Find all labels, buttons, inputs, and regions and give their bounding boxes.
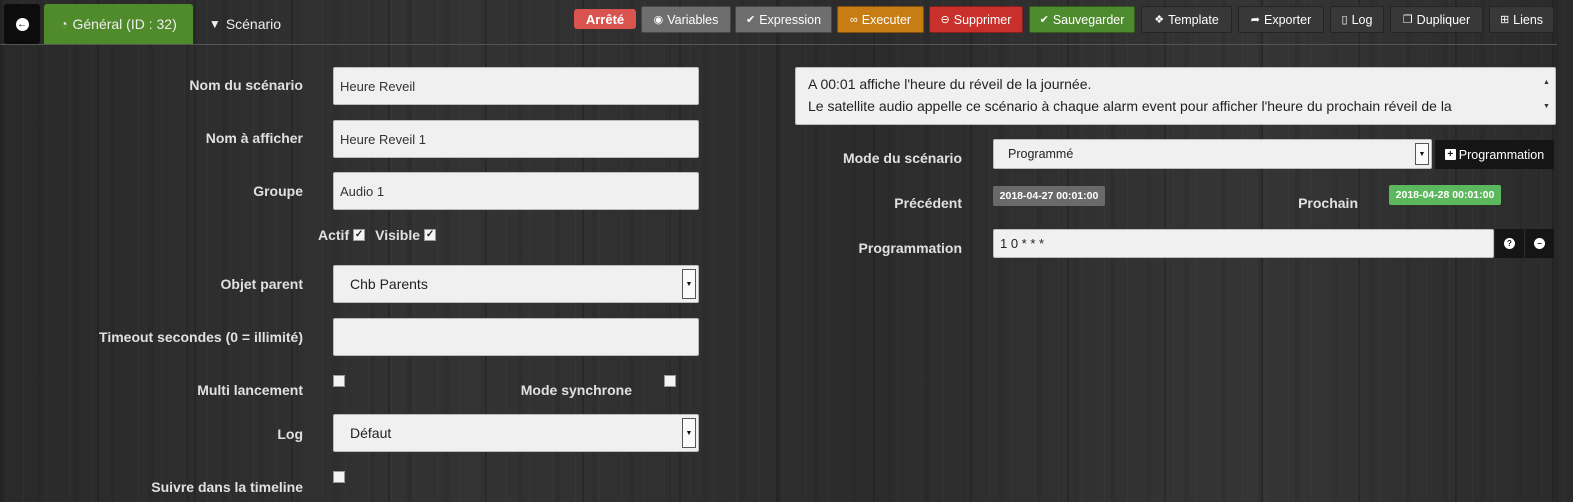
objet-parent-value: Chb Parents [350,276,428,292]
arrow-left-circle-icon: ← [15,17,29,31]
plus-square-icon: + [1444,149,1456,160]
cubes-icon: ❖ [1154,14,1165,26]
scroll-down-icon[interactable]: ▼ [1543,96,1551,118]
multi-lancement-label: Multi lancement [197,382,303,398]
eye-icon: ◉ [653,14,664,26]
timeline-checkbox[interactable] [333,471,345,483]
nom-afficher-label: Nom à afficher [205,130,303,146]
chevron-down-icon: ▼ [1415,143,1429,165]
nom-afficher-value: Heure Reveil 1 [340,131,426,147]
precedent-date-badge: 2018-04-27 00:01:00 [993,186,1105,206]
groupe-label: Groupe [253,183,303,199]
programmation-input[interactable]: 1 0 * * * [993,229,1494,258]
liens-button-label: Liens [1513,12,1544,27]
programmation-remove-button[interactable]: − [1525,229,1554,258]
visible-checkbox[interactable]: ✓ [424,229,437,241]
actif-checkbox[interactable]: ✓ [353,229,366,241]
exporter-button-label: Exporter [1263,12,1312,27]
executer-button[interactable]: ∞ Executer [837,6,924,33]
scroll-up-icon[interactable]: ▲ [1543,72,1551,94]
timeout-label: Timeout secondes (0 = illimité) [99,329,303,345]
visible-label: Visible [375,227,421,243]
log-label: Log [277,426,303,442]
expression-button[interactable]: ✔ Expression [735,6,832,33]
programmation-label: Programmation [858,240,962,256]
variables-button[interactable]: ◉ Variables [641,6,731,33]
supprimer-button[interactable]: ⊖ Supprimer [929,6,1023,33]
description-line-1: A 00:01 affiche l'heure du réveil de la … [808,76,1092,92]
supprimer-button-label: Supprimer [953,12,1012,27]
nom-scenario-label: Nom du scénario [189,77,303,93]
programmation-help-button[interactable]: ? [1495,229,1524,258]
mode-scenario-value: Programmé [1008,147,1074,161]
actif-label: Actif [318,227,350,243]
expression-button-label: Expression [759,12,822,27]
description-textarea[interactable]: A 00:01 affiche l'heure du réveil de la … [795,67,1556,125]
precedent-label: Précédent [894,195,962,211]
back-button[interactable]: ← [4,4,40,44]
liens-button[interactable]: ⊞ Liens [1489,6,1554,33]
chevron-down-icon: ▼ [682,418,696,448]
dashboard-icon: ◔ [60,17,68,31]
actif-visible-row: Actif ✓ Visible ✓ [318,227,437,243]
multi-lancement-checkbox[interactable] [333,375,345,387]
dupliquer-button[interactable]: ❐ Dupliquer [1390,6,1483,33]
mode-synchrone-label: Mode synchrone [520,382,632,398]
check-icon: ✔ [745,14,756,26]
mode-synchrone-checkbox[interactable] [664,375,676,387]
prochain-label: Prochain [1298,195,1358,211]
tab-general[interactable]: ◔ Général (ID : 32) [44,4,193,44]
template-button[interactable]: ❖ Template [1141,6,1232,33]
description-line-2: Le satellite audio appelle ce scénario à… [808,98,1452,114]
dupliquer-button-label: Dupliquer [1416,12,1471,27]
filter-icon: ▼ [208,17,221,31]
add-programmation-button[interactable]: + Programmation [1435,140,1554,169]
minus-circle-icon: ⊖ [940,14,950,26]
groupe-input[interactable]: Audio 1 [333,172,699,210]
log-button-label: Log [1351,12,1373,27]
nom-scenario-value: Heure Reveil [340,78,416,94]
sauvegarder-button[interactable]: ✔ Sauvegarder [1029,6,1135,33]
check-circle-icon: ✔ [1039,14,1049,26]
tab-divider [0,44,1557,45]
file-icon: ▯ [1341,14,1348,26]
tab-scenario[interactable]: ▼ Scénario [200,4,290,44]
exporter-button[interactable]: ➦ Exporter [1238,6,1324,33]
variables-button-label: Variables [667,12,719,27]
log-select[interactable]: Défaut ▼ [333,414,699,452]
log-button[interactable]: ▯ Log [1330,6,1384,33]
mode-scenario-select[interactable]: Programmé ▼ [993,139,1432,169]
minus-circle-icon: − [1534,238,1545,249]
add-programmation-label: Programmation [1458,147,1545,162]
tab-general-label: Général (ID : 32) [72,16,177,32]
gamepad-icon: ∞ [849,13,858,26]
sitemap-icon: ⊞ [1499,14,1510,26]
chevron-down-icon: ▼ [682,269,696,299]
question-circle-icon: ? [1504,238,1515,249]
tab-scenario-label: Scénario [225,16,282,32]
template-button-label: Template [1168,12,1219,27]
mode-scenario-label: Mode du scénario [842,150,962,166]
status-badge: Arrêté [574,9,636,29]
objet-parent-select[interactable]: Chb Parents ▼ [333,265,699,303]
prochain-date-badge: 2018-04-28 00:01:00 [1389,185,1501,205]
nom-afficher-input[interactable]: Heure Reveil 1 [333,120,699,158]
timeline-label: Suivre dans la timeline [151,479,303,495]
executer-button-label: Executer [861,12,912,27]
copy-icon: ❐ [1402,14,1413,26]
programmation-value: 1 0 * * * [1000,236,1045,251]
timeout-input[interactable] [333,318,699,356]
nom-scenario-input[interactable]: Heure Reveil [333,67,699,105]
sauvegarder-button-label: Sauvegarder [1052,12,1125,27]
share-icon: ➦ [1250,14,1260,26]
objet-parent-label: Objet parent [220,276,303,292]
groupe-value: Audio 1 [340,183,385,199]
log-value: Défaut [350,425,392,441]
